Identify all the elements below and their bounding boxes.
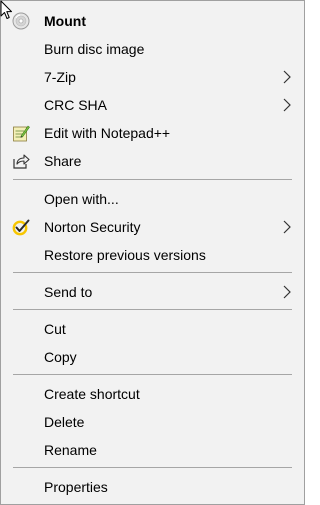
menu-item-delete[interactable]: Delete xyxy=(3,408,302,436)
menu-item-label: Burn disc image xyxy=(44,41,145,57)
menu-item-label: Norton Security xyxy=(44,219,141,235)
menu-item-share[interactable]: Share xyxy=(3,147,302,175)
menu-separator xyxy=(13,309,292,310)
menu-item-label: Share xyxy=(44,153,82,169)
share-icon xyxy=(13,154,30,169)
menu-item-create-shortcut[interactable]: Create shortcut xyxy=(3,380,302,408)
menu-item-rename[interactable]: Rename xyxy=(3,436,302,464)
mouse-pointer-icon xyxy=(0,0,12,19)
chevron-right-icon xyxy=(283,98,291,112)
menu-item-label: Open with... xyxy=(44,191,119,207)
context-menu: Mount Burn disc image 7-Zip CRC SHA Edit… xyxy=(0,0,305,505)
menu-item-label: Cut xyxy=(44,321,66,337)
notepad-plus-plus-icon xyxy=(13,125,30,142)
menu-item-properties[interactable]: Properties xyxy=(3,473,302,501)
menu-separator xyxy=(13,374,292,375)
menu-item-cut[interactable]: Cut xyxy=(3,315,302,343)
menu-item-label: Restore previous versions xyxy=(44,247,206,263)
menu-item-label: Edit with Notepad++ xyxy=(44,125,171,141)
menu-item-send-to[interactable]: Send to xyxy=(3,278,302,306)
menu-separator xyxy=(13,467,292,468)
menu-item-label: 7-Zip xyxy=(44,69,76,85)
menu-item-edit-with-notepad[interactable]: Edit with Notepad++ xyxy=(3,119,302,147)
menu-item-open-with[interactable]: Open with... xyxy=(3,185,302,213)
menu-item-crc-sha[interactable]: CRC SHA xyxy=(3,91,302,119)
menu-item-label: Copy xyxy=(44,349,77,365)
chevron-right-icon xyxy=(283,285,291,299)
menu-item-burn-disc-image[interactable]: Burn disc image xyxy=(3,35,302,63)
menu-item-mount[interactable]: Mount xyxy=(3,7,302,35)
menu-item-label: Delete xyxy=(44,414,85,430)
menu-item-restore-previous-versions[interactable]: Restore previous versions xyxy=(3,241,302,269)
norton-checkmark-icon xyxy=(12,219,30,236)
menu-item-label: Rename xyxy=(44,442,97,458)
menu-item-label: Mount xyxy=(44,13,86,29)
menu-item-label: Properties xyxy=(44,479,108,495)
chevron-right-icon xyxy=(283,220,291,234)
menu-separator xyxy=(13,179,292,180)
chevron-right-icon xyxy=(283,70,291,84)
menu-separator xyxy=(13,272,292,273)
disc-icon xyxy=(12,12,30,30)
menu-item-label: Send to xyxy=(44,284,93,300)
menu-item-label: Create shortcut xyxy=(44,386,140,402)
menu-item-copy[interactable]: Copy xyxy=(3,343,302,371)
menu-item-7-zip[interactable]: 7-Zip xyxy=(3,63,302,91)
menu-item-norton-security[interactable]: Norton Security xyxy=(3,213,302,241)
menu-item-label: CRC SHA xyxy=(44,97,108,113)
